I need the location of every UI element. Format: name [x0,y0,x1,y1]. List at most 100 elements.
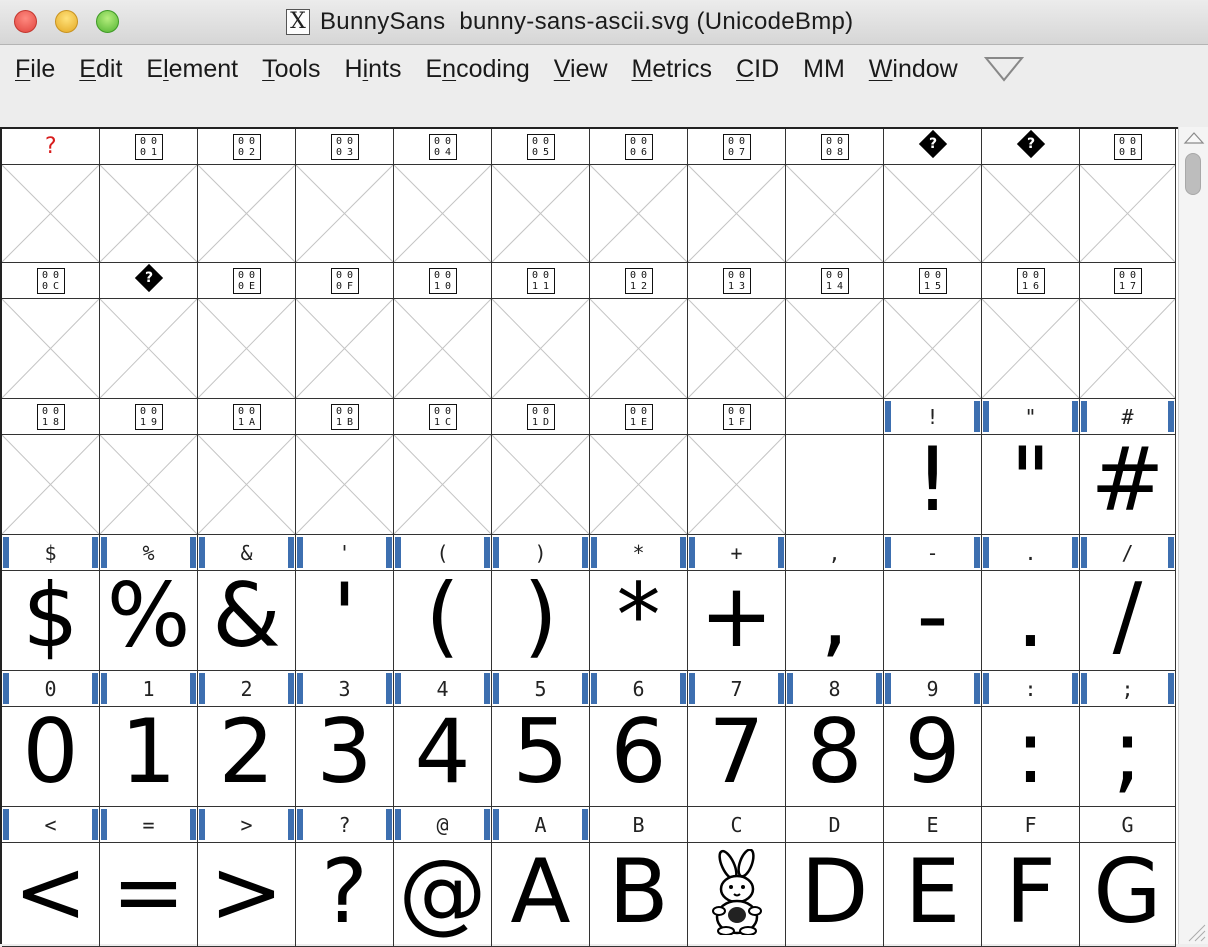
glyph-cell[interactable] [394,435,492,535]
glyph-label[interactable]: ? [100,263,198,299]
glyph-cell[interactable]: A [492,843,590,947]
menu-hints[interactable]: Hints [345,45,402,93]
glyph-label[interactable]: < [2,807,100,843]
minimize-window-button[interactable] [55,10,78,33]
glyph-label[interactable]: 5 [492,671,590,707]
menu-tools[interactable]: Tools [262,45,320,93]
menu-view[interactable]: View [554,45,608,93]
glyph-label[interactable]: ? [296,807,394,843]
glyph-label[interactable]: ( [394,535,492,571]
menu-cid[interactable]: CID [736,45,779,93]
menu-edit[interactable]: Edit [79,45,122,93]
glyph-label[interactable]: / [1080,535,1176,571]
glyph-label[interactable]: @ [394,807,492,843]
glyph-cell[interactable] [786,165,884,263]
glyph-label[interactable]: 0019 [100,399,198,435]
glyph-cell[interactable]: 5 [492,707,590,807]
glyph-label[interactable]: G [1080,807,1176,843]
glyph-cell[interactable]: 6 [590,707,688,807]
glyph-cell[interactable]: 7 [688,707,786,807]
glyph-cell[interactable]: @ [394,843,492,947]
glyph-cell[interactable] [100,435,198,535]
glyph-cell[interactable]: = [100,843,198,947]
glyph-label[interactable]: F [982,807,1080,843]
glyph-label[interactable]: 0001 [100,129,198,165]
glyph-label[interactable]: C [688,807,786,843]
glyph-cell[interactable]: 9 [884,707,982,807]
glyph-cell[interactable] [982,299,1080,399]
glyph-label[interactable]: 0006 [590,129,688,165]
glyph-cell[interactable]: E [884,843,982,947]
scrollbar-thumb[interactable] [1185,153,1201,195]
glyph-label[interactable]: 0004 [394,129,492,165]
glyph-cell[interactable] [884,299,982,399]
glyph-label[interactable]: 000F [296,263,394,299]
glyph-label[interactable]: # [1080,399,1176,435]
glyph-label[interactable]: 0007 [688,129,786,165]
glyph-cell[interactable]: 3 [296,707,394,807]
glyph-label[interactable]: 0011 [492,263,590,299]
glyph-label[interactable]: 0015 [884,263,982,299]
glyph-cell[interactable]: ? [296,843,394,947]
glyph-label[interactable]: 0018 [2,399,100,435]
glyph-label[interactable]: 0005 [492,129,590,165]
glyph-cell[interactable]: D [786,843,884,947]
glyph-label[interactable]: , [786,535,884,571]
glyph-label[interactable]: " [982,399,1080,435]
glyph-cell[interactable] [590,435,688,535]
glyph-cell[interactable]: 8 [786,707,884,807]
glyph-label[interactable]: 0017 [1080,263,1176,299]
glyph-label[interactable]: 4 [394,671,492,707]
resize-grip-icon[interactable] [1184,920,1206,942]
glyph-label[interactable]: + [688,535,786,571]
glyph-cell[interactable] [100,165,198,263]
glyph-label[interactable]: ) [492,535,590,571]
glyph-label[interactable]: 3 [296,671,394,707]
glyph-label[interactable]: A [492,807,590,843]
glyph-label[interactable]: 001C [394,399,492,435]
glyph-label[interactable]: 001B [296,399,394,435]
glyph-label[interactable]: 0014 [786,263,884,299]
glyph-label[interactable]: % [100,535,198,571]
glyph-label[interactable]: * [590,535,688,571]
glyph-cell[interactable] [492,435,590,535]
menu-encoding[interactable]: Encoding [425,45,529,93]
glyph-cell[interactable] [2,165,100,263]
glyph-label[interactable]: 000B [1080,129,1176,165]
glyph-cell[interactable]: , [786,571,884,671]
glyph-cell[interactable] [100,299,198,399]
glyph-cell[interactable] [786,299,884,399]
glyph-label[interactable]: 9 [884,671,982,707]
glyph-label[interactable]: ; [1080,671,1176,707]
glyph-label[interactable]: 0003 [296,129,394,165]
glyph-cell[interactable]: G [1080,843,1176,947]
glyph-cell[interactable]: ! [884,435,982,535]
glyph-label[interactable]: - [884,535,982,571]
glyph-label[interactable]: 001E [590,399,688,435]
glyph-label[interactable]: ? [2,129,100,165]
glyph-label[interactable]: 0008 [786,129,884,165]
glyph-cell[interactable]: / [1080,571,1176,671]
glyph-label[interactable]: . [982,535,1080,571]
glyph-cell[interactable] [492,165,590,263]
glyph-label[interactable]: 0012 [590,263,688,299]
glyph-label[interactable]: 0013 [688,263,786,299]
menu-metrics[interactable]: Metrics [632,45,713,93]
glyph-label[interactable] [786,399,884,435]
glyph-cell[interactable] [492,299,590,399]
glyph-cell[interactable]: & [198,571,296,671]
glyph-label[interactable]: 000C [2,263,100,299]
glyph-cell[interactable]: * [590,571,688,671]
glyph-cell[interactable]: $ [2,571,100,671]
glyph-cell[interactable]: - [884,571,982,671]
glyph-cell[interactable]: ' [296,571,394,671]
menu-window[interactable]: Window [869,45,958,93]
glyph-label[interactable]: 001F [688,399,786,435]
close-window-button[interactable] [14,10,37,33]
glyph-cell[interactable] [296,299,394,399]
glyph-cell[interactable]: : [982,707,1080,807]
menu-mm[interactable]: MM [803,45,845,93]
glyph-cell[interactable] [394,299,492,399]
font-view-grid[interactable]: ? 0 0 0 1 0 0 0 2 0 0 0 3 0 0 0 4 0 0 0 5 0 0 0 6 0 0 0 7 0 0 0 8?? 0 0 0 B 0… [0,127,1178,947]
glyph-cell[interactable] [688,435,786,535]
